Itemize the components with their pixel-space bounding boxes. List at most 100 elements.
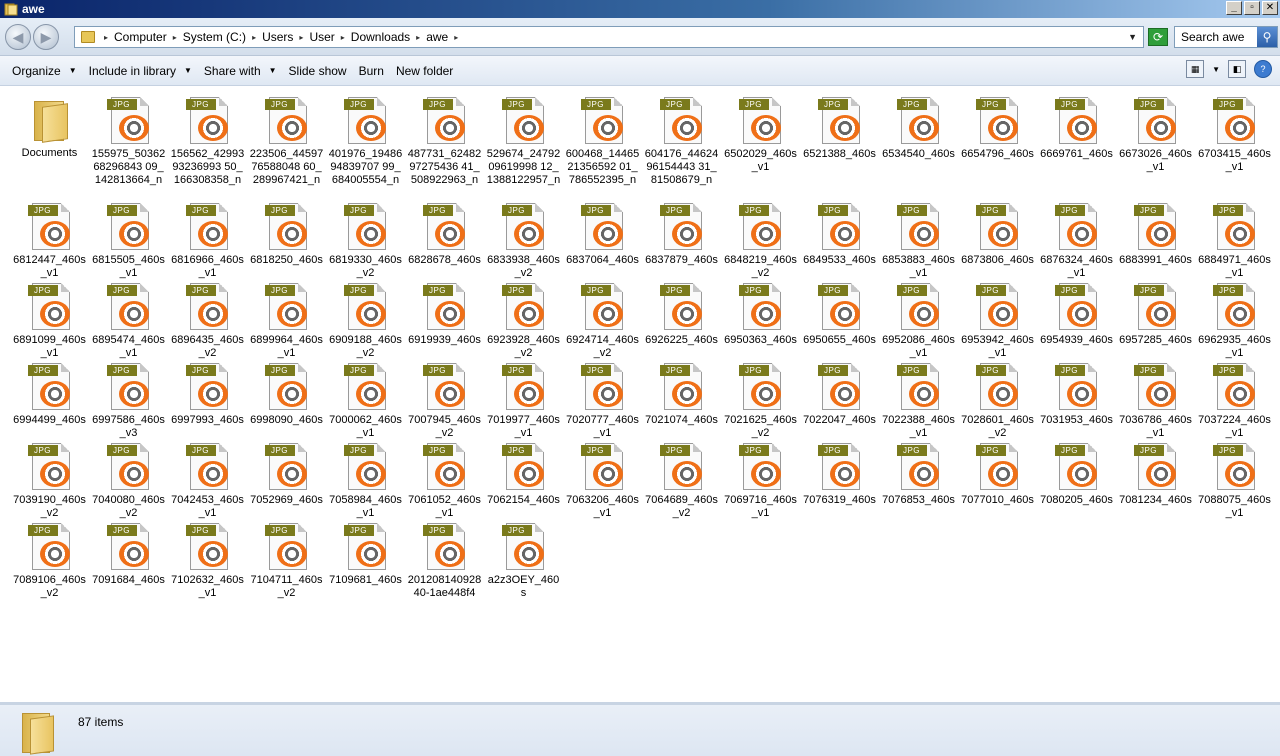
file-item[interactable]: JPG 6673026_460s_v1 (1116, 95, 1195, 174)
file-item[interactable]: JPG 7081234_460s (1116, 441, 1195, 507)
file-item[interactable]: JPG 7042453_460s_v1 (168, 441, 247, 520)
file-item[interactable]: JPG 6909188_460s_v2 (326, 281, 405, 360)
file-item[interactable]: JPG 7063206_460s_v1 (563, 441, 642, 520)
maximize-button[interactable]: ▫ (1244, 1, 1260, 15)
file-item[interactable]: JPG 6994499_460s (10, 361, 89, 427)
file-item[interactable]: JPG 6884971_460s_v1 (1195, 201, 1274, 280)
file-item[interactable]: JPG 6919939_460s (405, 281, 484, 347)
forward-button[interactable]: ▶ (33, 24, 59, 50)
file-item[interactable]: JPG 7080205_460s (1037, 441, 1116, 507)
file-item[interactable]: JPG 6812447_460s_v1 (10, 201, 89, 280)
file-item[interactable]: JPG 7052969_460s (247, 441, 326, 507)
file-item[interactable]: JPG 7040080_460s_v2 (89, 441, 168, 520)
chevron-down-icon[interactable]: ▼ (1212, 65, 1220, 74)
back-button[interactable]: ◀ (5, 24, 31, 50)
folder-item-documents[interactable]: Documents (10, 95, 89, 160)
file-item[interactable]: JPG 6876324_460s_v1 (1037, 201, 1116, 280)
file-item[interactable]: JPG a2z3OEY_460s (484, 521, 563, 600)
file-item[interactable]: JPG 7069716_460s_v1 (721, 441, 800, 520)
file-item[interactable]: JPG 7022047_460s (800, 361, 879, 427)
breadcrumb-user[interactable]: User (309, 30, 334, 44)
file-item[interactable]: JPG 6896435_460s_v2 (168, 281, 247, 360)
file-item[interactable]: JPG 6957285_460s (1116, 281, 1195, 347)
file-item[interactable]: JPG 7109681_460s (326, 521, 405, 587)
chevron-right-icon[interactable]: ▸ (416, 33, 420, 42)
file-item[interactable]: JPG 6816966_460s_v1 (168, 201, 247, 280)
file-item[interactable]: JPG 7104711_460s_v2 (247, 521, 326, 600)
new-folder-button[interactable]: New folder (390, 59, 459, 83)
address-bar[interactable]: ▸ Computer ▸ System (C:) ▸ Users ▸ User ▸ Dow… (74, 26, 1144, 48)
file-item[interactable]: JPG 6997993_460s (168, 361, 247, 427)
file-item[interactable]: JPG 156562_4299393236993 50_166308358_n (168, 95, 247, 187)
file-item[interactable]: JPG 6669761_460s (1037, 95, 1116, 161)
file-item[interactable]: JPG 6926225_460s (642, 281, 721, 347)
breadcrumb-computer[interactable]: Computer (114, 30, 167, 44)
file-item[interactable]: JPG 401976_1948694839707 99_684005554_n (326, 95, 405, 187)
burn-button[interactable]: Burn (353, 59, 390, 83)
file-item[interactable]: JPG 7091684_460s (89, 521, 168, 587)
file-item[interactable]: JPG 6950655_460s (800, 281, 879, 347)
close-button[interactable]: ✕ (1262, 1, 1278, 15)
file-item[interactable]: JPG 6815505_460s_v1 (89, 201, 168, 280)
file-item[interactable]: JPG 7022388_460s_v1 (879, 361, 958, 440)
file-item[interactable]: JPG 7077010_460s (958, 441, 1037, 507)
file-item[interactable]: JPG 487731_6248297275436 41_508922963_n (405, 95, 484, 187)
file-item[interactable]: JPG 7088075_460s_v1 (1195, 441, 1274, 520)
file-item[interactable]: JPG 604176_4462496154443 31_81508679_n (642, 95, 721, 187)
minimize-button[interactable]: _ (1226, 1, 1242, 15)
breadcrumb-users[interactable]: Users (262, 30, 293, 44)
file-item[interactable]: JPG 7062154_460s (484, 441, 563, 507)
help-icon[interactable]: ? (1254, 60, 1272, 78)
file-item[interactable]: JPG 223506_4459776588048 60_289967421_n (247, 95, 326, 187)
file-item[interactable]: JPG 6703415_460s_v1 (1195, 95, 1274, 174)
file-item[interactable]: JPG 6895474_460s_v1 (89, 281, 168, 360)
chevron-right-icon[interactable]: ▸ (454, 33, 458, 42)
file-item[interactable]: JPG 6654796_460s (958, 95, 1037, 161)
file-item[interactable]: JPG 6953942_460s_v1 (958, 281, 1037, 360)
chevron-right-icon[interactable]: ▸ (341, 33, 345, 42)
file-item[interactable]: JPG 6891099_460s_v1 (10, 281, 89, 360)
file-item[interactable]: JPG 600468_1446521356592 01_786552395_n (563, 95, 642, 187)
file-item[interactable]: JPG 7021074_460s (642, 361, 721, 427)
chevron-right-icon[interactable]: ▸ (104, 33, 108, 42)
file-item[interactable]: JPG 6998090_460s (247, 361, 326, 427)
file-item[interactable]: JPG 6853883_460s_v1 (879, 201, 958, 280)
file-item[interactable]: JPG 7039190_460s_v2 (10, 441, 89, 520)
file-item[interactable]: JPG 7058984_460s_v1 (326, 441, 405, 520)
file-item[interactable]: JPG 6849533_460s (800, 201, 879, 267)
file-item[interactable]: JPG 6819330_460s_v2 (326, 201, 405, 280)
file-item[interactable]: JPG 6837064_460s (563, 201, 642, 267)
file-item[interactable]: JPG 6534540_460s (879, 95, 958, 161)
file-item[interactable]: JPG 6828678_460s (405, 201, 484, 267)
include-in-library-button[interactable]: Include in library ▼ (83, 59, 198, 83)
file-item[interactable]: JPG 6848219_460s_v2 (721, 201, 800, 280)
view-options-icon[interactable]: ▦ (1186, 60, 1205, 78)
breadcrumb-system-c[interactable]: System (C:) (183, 30, 246, 44)
file-item[interactable]: JPG 7102632_460s_v1 (168, 521, 247, 600)
file-item[interactable]: JPG 7028601_460s_v2 (958, 361, 1037, 440)
file-item[interactable]: JPG 6923928_460s_v2 (484, 281, 563, 360)
file-item[interactable]: JPG 6502029_460s_v1 (721, 95, 800, 174)
file-item[interactable]: JPG 7064689_460s_v2 (642, 441, 721, 520)
slide-show-button[interactable]: Slide show (283, 59, 353, 83)
file-item[interactable]: JPG 7076853_460s (879, 441, 958, 507)
file-item[interactable]: JPG 6521388_460s (800, 95, 879, 161)
file-item[interactable]: JPG 6952086_460s_v1 (879, 281, 958, 360)
file-item[interactable]: JPG 7061052_460s_v1 (405, 441, 484, 520)
file-item[interactable]: JPG 6962935_460s_v1 (1195, 281, 1274, 360)
file-item[interactable]: JPG 6950363_460s (721, 281, 800, 347)
file-item[interactable]: JPG 7036786_460s_v1 (1116, 361, 1195, 440)
file-item[interactable]: JPG 6924714_460s_v2 (563, 281, 642, 360)
file-item[interactable]: JPG 6997586_460s_v3 (89, 361, 168, 440)
file-item[interactable]: JPG 6883991_460s (1116, 201, 1195, 267)
file-item[interactable]: JPG 6837879_460s (642, 201, 721, 267)
file-item[interactable]: JPG 6899964_460s_v1 (247, 281, 326, 360)
search-icon[interactable]: ⚲ (1257, 27, 1277, 47)
file-item[interactable]: JPG 7076319_460s (800, 441, 879, 507)
file-item[interactable]: JPG 529674_2479209619998 12_1388122957_n (484, 95, 563, 187)
breadcrumb-downloads[interactable]: Downloads (351, 30, 410, 44)
file-item[interactable]: JPG 6818250_460s (247, 201, 326, 267)
file-item[interactable]: JPG 6873806_460s (958, 201, 1037, 267)
file-item[interactable]: JPG 201208140928 40-1ae448f4 (405, 521, 484, 600)
file-item[interactable]: JPG 7007945_460s_v2 (405, 361, 484, 440)
